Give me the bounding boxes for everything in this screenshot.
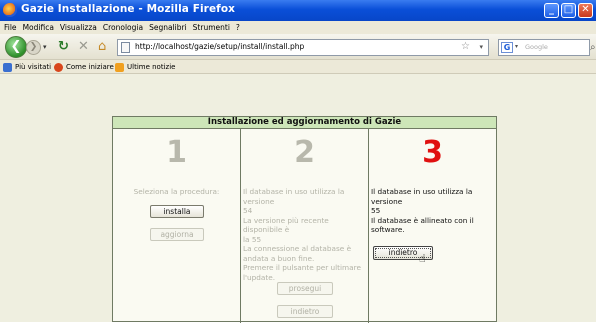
page-icon	[121, 42, 130, 53]
minimize-button[interactable]: _	[544, 3, 559, 18]
maximize-button[interactable]: □	[561, 3, 576, 18]
bookmark-piu-visitati[interactable]: Più visitati	[3, 60, 51, 74]
step-2-column: 2 Il database in uso utilizza la version…	[241, 129, 369, 323]
step-1-instruction: Seleziona la procedura:	[133, 187, 220, 196]
navigation-toolbar: ❮ ❯ ▾ ↻ ✕ ⌂ http://localhost/gazie/setup…	[0, 34, 596, 60]
bookmark-come-iniziare[interactable]: Come iniziare	[54, 60, 114, 74]
message-line: Premere il pulsante per ultimare	[243, 263, 361, 272]
search-box[interactable]: G ▾ Google	[498, 39, 590, 56]
step-number: 2	[294, 135, 315, 170]
reload-icon[interactable]: ↻	[58, 40, 69, 54]
forward-button[interactable]: ❯	[26, 40, 41, 55]
message-line: 54	[243, 206, 253, 215]
proceed-button[interactable]: prosegui	[277, 282, 333, 295]
message-line: La connessione al database è	[243, 244, 352, 253]
message-line: software.	[371, 225, 405, 234]
firefox-icon	[54, 62, 63, 72]
install-panel: Installazione ed aggiornamento di Gazie …	[112, 116, 497, 323]
menu-help[interactable]: ?	[236, 21, 240, 34]
message-line: La versione più recente disponibile è	[243, 215, 329, 235]
page-content: Installazione ed aggiornamento di Gazie …	[0, 74, 596, 323]
step-number: 3	[422, 135, 443, 170]
history-dropdown-icon[interactable]: ▾	[43, 43, 47, 51]
search-engine-dropdown-icon[interactable]: ▾	[515, 43, 518, 50]
message-line: Il database in uso utilizza la versione	[371, 187, 473, 206]
address-bar[interactable]: http://localhost/gazie/setup/install/ins…	[117, 39, 489, 56]
window-controls: _ □ ✕	[544, 3, 593, 18]
bookmark-label: Come iniziare	[66, 63, 114, 71]
back-button[interactable]: indietro	[277, 305, 333, 318]
menu-visualizza[interactable]: Visualizza	[60, 21, 97, 34]
bar-chart-icon	[3, 62, 12, 72]
home-icon[interactable]: ⌂	[98, 40, 106, 54]
message-line: l'update.	[243, 272, 276, 282]
message-line: andata a buon fine.	[243, 253, 315, 263]
bookmark-ultime-notizie[interactable]: Ultime notizie	[115, 60, 175, 74]
panel-heading: Installazione ed aggiornamento di Gazie	[113, 117, 496, 129]
bookmark-star-icon[interactable]: ☆	[461, 41, 470, 52]
message-line: Il database è allineato con il	[371, 215, 474, 225]
step-1-column: 1 Seleziona la procedura: installa aggio…	[113, 129, 241, 323]
menu-cronologia[interactable]: Cronologia	[103, 21, 143, 34]
address-url[interactable]: http://localhost/gazie/setup/install/ins…	[135, 42, 304, 51]
step-3-column: 3 Il database in uso utilizza la version…	[369, 129, 496, 323]
url-dropdown-icon[interactable]: ▾	[479, 43, 483, 51]
step-2-message: Il database in uso utilizza la versione …	[243, 187, 366, 282]
firefox-icon	[3, 3, 17, 17]
bookmark-label: Più visitati	[15, 63, 52, 71]
back-button[interactable]: ❮	[5, 36, 27, 58]
menu-strumenti[interactable]: Strumenti	[193, 21, 230, 34]
google-icon[interactable]: G	[501, 42, 513, 53]
message-line: Il database in uso utilizza la versione	[243, 187, 345, 206]
bookmark-label: Ultime notizie	[127, 63, 176, 71]
window-titlebar: Gazie Installazione - Mozilla Firefox _ …	[0, 0, 596, 21]
message-line: 55	[371, 206, 381, 215]
step-3-message: Il database in uso utilizza la versione …	[371, 187, 494, 235]
mouse-cursor-icon: ☝	[419, 252, 426, 265]
menu-bar: File Modifica Visualizza Cronologia Segn…	[0, 21, 596, 34]
search-placeholder: Google	[525, 43, 548, 51]
window-title: Gazie Installazione - Mozilla Firefox	[21, 3, 236, 15]
menu-file[interactable]: File	[4, 21, 17, 34]
step-number: 1	[166, 135, 187, 170]
rss-icon	[115, 62, 124, 72]
close-button[interactable]: ✕	[578, 3, 593, 18]
message-line: la 55	[243, 234, 262, 244]
stop-icon[interactable]: ✕	[78, 40, 89, 54]
update-button[interactable]: aggiorna	[150, 228, 204, 241]
menu-segnalibri[interactable]: Segnalibri	[149, 21, 187, 34]
search-icon[interactable]: ⌕	[590, 42, 596, 53]
bookmarks-toolbar: Più visitati Come iniziare Ultime notizi…	[0, 60, 596, 74]
menu-modifica[interactable]: Modifica	[23, 21, 54, 34]
install-button[interactable]: installa	[150, 205, 204, 218]
